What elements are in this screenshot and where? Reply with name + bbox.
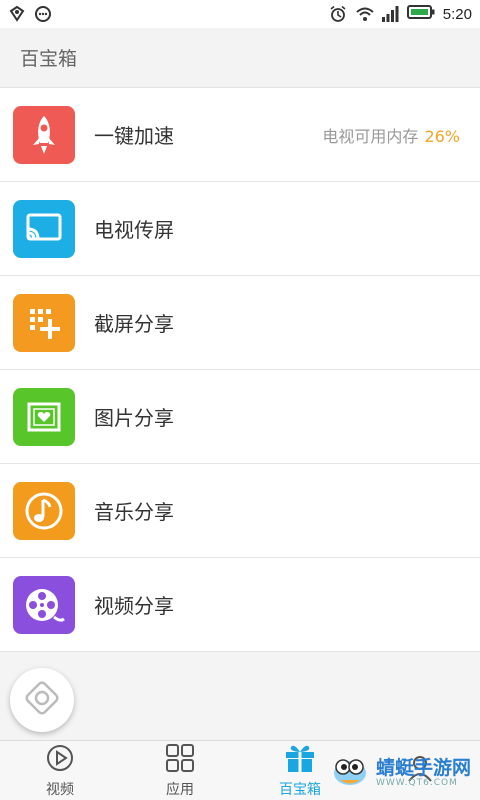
page-title: 百宝箱	[20, 48, 78, 70]
cast-screen-icon	[13, 199, 75, 258]
picture-heart-icon	[13, 387, 75, 446]
list-item-video-share[interactable]: 视频分享	[0, 558, 480, 652]
watermark: 蜻蜓手游网 WWW.QT6.COM	[328, 748, 478, 798]
play-circle-icon	[45, 743, 75, 777]
memory-percent: 26%	[424, 126, 460, 146]
wifi-icon	[355, 5, 374, 23]
music-note-icon	[13, 481, 75, 540]
toolbox-list: 一键加速 电视可用内存 26% 电视传屏 截屏分享 图片分享 音乐分享 视频分享	[0, 88, 480, 652]
battery-icon	[406, 4, 435, 24]
tab-apps[interactable]: 应用	[120, 741, 240, 800]
dpad-icon	[22, 678, 62, 722]
notification-icon	[8, 5, 26, 23]
list-item-speed-up[interactable]: 一键加速 电视可用内存 26%	[0, 88, 480, 182]
list-item-label: 截屏分享	[94, 312, 174, 336]
list-item-screenshot-share[interactable]: 截屏分享	[0, 276, 480, 370]
tab-video[interactable]: 视频	[0, 741, 120, 800]
message-icon	[34, 5, 52, 23]
tab-label: 应用	[166, 781, 194, 798]
list-item-label: 电视传屏	[94, 218, 174, 242]
list-item-label: 音乐分享	[94, 500, 174, 524]
memory-label: 电视可用内存	[322, 126, 419, 146]
watermark-text: 蜻蜓手游网	[376, 757, 472, 779]
app-grid-icon	[165, 743, 195, 777]
list-item-tv-cast[interactable]: 电视传屏	[0, 182, 480, 276]
memory-status: 电视可用内存 26%	[322, 123, 460, 147]
alarm-icon	[329, 5, 347, 23]
film-reel-icon	[13, 575, 75, 634]
list-item-label: 一键加速	[94, 124, 174, 148]
dragonfly-logo-icon	[328, 749, 372, 797]
tab-label: 百宝箱	[279, 781, 321, 798]
list-item-music-share[interactable]: 音乐分享	[0, 464, 480, 558]
screenshot-grid-plus-icon	[13, 293, 75, 352]
list-item-picture-share[interactable]: 图片分享	[0, 370, 480, 464]
watermark-url: WWW.QT6.COM	[376, 778, 458, 788]
status-bar: 5:20	[0, 0, 480, 28]
gift-box-icon	[284, 743, 316, 777]
signal-icon	[381, 5, 399, 23]
tab-label: 视频	[46, 781, 74, 798]
list-item-label: 视频分享	[94, 594, 174, 618]
remote-control-button[interactable]	[10, 668, 74, 732]
page-header: 百宝箱	[0, 28, 480, 88]
rocket-icon	[13, 105, 75, 164]
list-item-label: 图片分享	[94, 406, 174, 430]
status-time: 5:20	[442, 5, 472, 23]
